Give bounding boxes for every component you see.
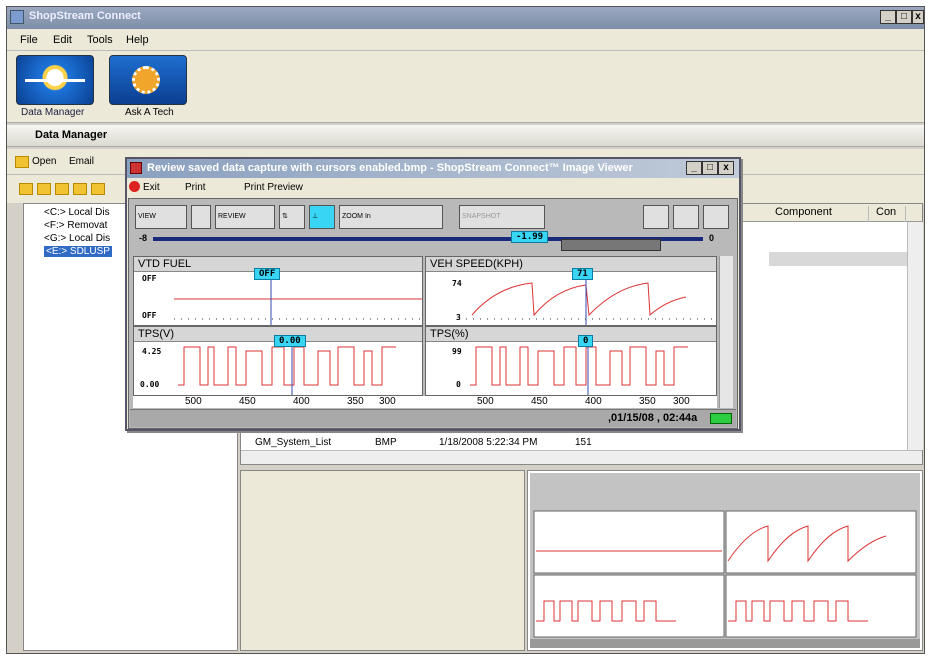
slider-max: 0 — [709, 233, 715, 243]
view-label: VIEW — [138, 213, 156, 220]
file-type: BMP — [375, 437, 397, 448]
cursor-icon[interactable]: ⊥ — [309, 205, 335, 229]
trace — [466, 273, 716, 325]
open-button[interactable]: Open — [32, 156, 56, 167]
slider-handle[interactable] — [561, 239, 661, 251]
tree-item[interactable]: <C:> Local Dis — [44, 207, 110, 218]
ask-a-tech-launcher[interactable] — [109, 55, 187, 105]
tree-item[interactable]: <F:> Removat — [44, 220, 107, 231]
folder-icon[interactable] — [55, 183, 69, 195]
gear-icon — [132, 66, 160, 94]
menu-edit[interactable]: Edit — [53, 34, 72, 46]
data-manager-header: Data Manager — [7, 125, 924, 147]
review-label: REVIEW — [218, 213, 246, 220]
exit-button[interactable]: Exit — [143, 182, 160, 193]
column-con[interactable]: Con — [870, 206, 906, 222]
battery-icon — [710, 413, 732, 424]
slider-value: -1.99 — [511, 231, 549, 243]
print-button[interactable]: Print — [185, 182, 206, 193]
toolbox-icon[interactable] — [703, 205, 729, 229]
email-button[interactable]: Email — [69, 156, 94, 167]
data-manager-launcher[interactable] — [16, 55, 94, 105]
sort-icon[interactable]: ⇅ — [279, 205, 305, 229]
x-tick: 400 — [293, 396, 310, 407]
x-tick: 350 — [347, 396, 364, 407]
review-button[interactable]: REVIEW — [215, 205, 275, 229]
stop-button[interactable] — [191, 205, 211, 229]
status-bar: ,01/15/08 , 02:44a — [130, 409, 736, 427]
graph-tps-v: TPS(V) 4.25 0.00 0.00 — [133, 326, 423, 396]
horizontal-scrollbar[interactable] — [241, 450, 922, 464]
exit-icon — [129, 181, 140, 192]
tree-item-selected[interactable]: <E:> SDLUSP — [44, 246, 112, 257]
trace — [470, 343, 688, 395]
preview-thumbnail — [530, 473, 920, 648]
app-title: ShopStream Connect — [7, 7, 924, 29]
snapshot-label: SNAPSHOT — [462, 213, 501, 220]
slider-min: -8 — [139, 233, 148, 243]
ask-a-tech-label: Ask A Tech — [125, 107, 174, 118]
x-tick: 450 — [531, 396, 548, 407]
folder-icon[interactable] — [73, 183, 87, 195]
viewer-toolbar: Exit Print Print Preview — [127, 178, 739, 197]
viewer-title: Review saved data capture with cursors e… — [127, 159, 739, 178]
table-row[interactable]: GM_System_List — [255, 437, 331, 448]
line-icon — [25, 79, 85, 82]
close-button[interactable]: x — [912, 10, 924, 24]
open-folder-icon — [15, 156, 29, 168]
file-name: GM_System_List — [255, 437, 332, 448]
viewer-close-button[interactable]: x — [718, 161, 734, 175]
snapshot-button[interactable]: SNAPSHOT — [459, 205, 545, 229]
menu-bar: File Edit Tools Help — [7, 29, 924, 51]
folder-icon[interactable] — [37, 183, 51, 195]
data-manager-launcher-label: Data Manager — [21, 107, 85, 118]
menu-file[interactable]: File — [20, 34, 38, 46]
zoom-label: ZOOM In — [342, 213, 371, 220]
scope-capture: VIEW REVIEW ⇅ ⊥ ZOOM In SNAPSHOT -8 -1.9… — [128, 198, 738, 429]
printer-icon[interactable] — [673, 205, 699, 229]
graph-vtd-fuel: VTD FUEL OFF OFF OFF — [133, 256, 423, 326]
x-tick: 300 — [379, 396, 396, 407]
maximize-button[interactable]: □ — [896, 10, 912, 24]
file-size: 151 — [575, 437, 592, 448]
viewer-minimize-button[interactable]: _ — [686, 161, 702, 175]
cursor-value: 0 — [578, 335, 594, 347]
cursor-value: 71 — [572, 268, 593, 280]
tree-item[interactable]: <G:> Local Dis — [44, 233, 110, 244]
cursor-value: OFF — [254, 268, 281, 280]
file-date: 1/18/2008 5:22:34 PM — [439, 437, 538, 448]
details-pane — [240, 470, 525, 651]
timestamp: ,01/15/08 , 02:44a — [608, 412, 698, 424]
launcher-bar: Data Manager Ask A Tech — [7, 51, 924, 123]
app-icon — [10, 10, 24, 24]
graph-veh-speed: VEH SPEED(KPH) 74 3 71 — [425, 256, 717, 326]
viewer-maximize-button[interactable]: □ — [702, 161, 718, 175]
x-axis: 500 450 400 350 300 500 450 400 350 300 — [133, 396, 717, 408]
x-tick: 400 — [585, 396, 602, 407]
view-button[interactable]: VIEW — [135, 205, 187, 229]
print-preview-button[interactable]: Print Preview — [244, 182, 303, 193]
menu-help[interactable]: Help — [126, 34, 149, 46]
folder-icon[interactable] — [91, 183, 105, 195]
zoom-button[interactable]: ZOOM In — [339, 205, 443, 229]
folder-icon[interactable] — [19, 183, 33, 195]
image-icon — [130, 162, 142, 174]
minimize-button[interactable]: _ — [880, 10, 896, 24]
x-tick: 500 — [185, 396, 202, 407]
x-tick: 350 — [639, 396, 656, 407]
cursor-value: 0.00 — [274, 335, 306, 347]
x-tick: 300 — [673, 396, 690, 407]
column-component[interactable]: Component — [769, 206, 869, 222]
menu-tools[interactable]: Tools — [87, 34, 113, 46]
graph-tps-pct: TPS(%) 99 0 0 — [425, 326, 717, 396]
x-tick: 500 — [477, 396, 494, 407]
graph-scrollbar[interactable] — [719, 256, 733, 408]
image-preview — [527, 470, 923, 651]
x-tick: 450 — [239, 396, 256, 407]
folder-icon[interactable] — [643, 205, 669, 229]
selected-row[interactable] — [769, 252, 907, 266]
vertical-scrollbar[interactable] — [907, 222, 923, 450]
